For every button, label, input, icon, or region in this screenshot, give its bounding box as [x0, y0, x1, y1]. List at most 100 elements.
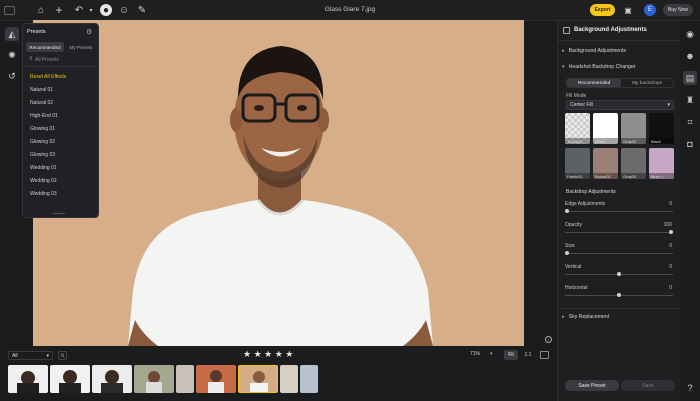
filter-dropdown[interactable]: All ▾	[8, 351, 53, 360]
chevron-right-icon: ▸	[562, 313, 565, 320]
thumbnail[interactable]	[300, 365, 318, 393]
backdrop-tile[interactable]: Brown01	[593, 148, 618, 179]
presets-title: Presets	[27, 29, 46, 35]
history-icon[interactable]: ↺	[5, 69, 19, 83]
crop-icon[interactable]: ⌗	[683, 115, 697, 129]
reset-effects-button[interactable]: Reset All Effects	[30, 74, 66, 80]
slider-knob[interactable]	[669, 230, 673, 234]
slider-value: 0	[669, 285, 672, 291]
export-button[interactable]: Export	[590, 4, 615, 16]
clothing-icon[interactable]: ♜	[683, 93, 697, 107]
backdrop-tile[interactable]: Transpa...	[565, 113, 590, 144]
rating-stars[interactable]: ★★★★★	[243, 349, 296, 360]
tab-my-presets[interactable]: My Presets	[65, 42, 97, 52]
slider-track[interactable]	[565, 272, 673, 276]
backdrop-label: Gray02	[621, 138, 646, 144]
help-icon[interactable]: ?	[683, 381, 697, 395]
backdrop-label: Black	[649, 138, 674, 144]
section-background-adjustments[interactable]: ▸ Background Adjustments	[562, 45, 677, 56]
thumbnail-selected[interactable]	[238, 365, 278, 393]
preset-item[interactable]: High-End 01	[30, 113, 58, 119]
chevron-down-icon: ▾	[667, 102, 670, 108]
slider-label: Size	[565, 243, 575, 249]
slider-track[interactable]	[565, 251, 673, 255]
chevron-right-icon: ▸	[562, 47, 565, 54]
section-label: Headshot Backdrop Changer	[568, 63, 636, 70]
background-icon	[563, 27, 570, 34]
zoom-value[interactable]: 71%	[470, 351, 480, 357]
thumbnail[interactable]	[50, 365, 90, 393]
slider-knob[interactable]	[617, 293, 621, 297]
face-icon[interactable]: ☻	[683, 49, 697, 63]
backdrop-tile[interactable]: Fabric02	[565, 148, 590, 179]
sort-icon[interactable]: ⇅	[58, 351, 67, 360]
section-sky-replacement[interactable]: ▸ Sky Replacement	[562, 311, 677, 322]
backdrop-label: Brown01	[593, 173, 618, 179]
photo-canvas[interactable]	[33, 20, 524, 346]
backdrop-tile[interactable]: White	[593, 113, 618, 144]
left-tool-rail: ◭ ✺ ↺	[0, 21, 24, 401]
background-tool-icon[interactable]: ▤	[683, 71, 697, 85]
thumbnail[interactable]	[92, 365, 132, 393]
thumbnail[interactable]	[176, 365, 194, 393]
slider-track[interactable]	[565, 209, 673, 213]
save-button[interactable]: Save	[621, 380, 675, 391]
presets-settings-icon[interactable]: ⚙	[86, 28, 92, 36]
info-icon[interactable]: i	[545, 336, 552, 343]
compare-icon[interactable]	[540, 351, 549, 359]
backdrop-tile[interactable]: More >	[649, 148, 674, 179]
panel-header: Background Adjustments	[574, 27, 647, 33]
section-label: Sky Replacement	[568, 313, 610, 320]
preset-item[interactable]: Glowing 01	[30, 126, 55, 132]
slider-track[interactable]	[565, 230, 673, 234]
fill-mode-select[interactable]: Center Fill ▾	[566, 100, 674, 110]
preset-item[interactable]: Wedding 03	[30, 191, 57, 197]
presets-panel: Presets ⚙ Recommended My Presets ⊽ All P…	[22, 23, 99, 218]
tab-my-backdrops[interactable]: My backdrops	[621, 79, 673, 87]
one-to-one-button[interactable]: 1:1	[521, 350, 535, 360]
preset-item[interactable]: Wedding 02	[30, 178, 57, 184]
slider-label: Edge Adjustments	[565, 201, 606, 207]
fit-button[interactable]: Fit	[504, 350, 518, 360]
portrait-image	[33, 20, 524, 346]
tab-recommended-backdrops[interactable]: Recommended	[567, 79, 621, 87]
backdrop-label: Fabric02	[565, 173, 590, 179]
thumbnail[interactable]	[280, 365, 298, 393]
save-preset-button[interactable]: Save Preset	[565, 380, 619, 391]
top-toolbar: ⌂ + ↶ ▾ ● ☺ ✎ Glass Glare 7.jpg Export ▣…	[0, 0, 700, 21]
adjust-icon[interactable]: ✺	[5, 48, 19, 62]
presets-filter[interactable]: All Presets	[35, 57, 59, 63]
backdrop-tile[interactable]: Gray03	[621, 148, 646, 179]
slider-knob[interactable]	[565, 209, 569, 213]
resize-handle[interactable]	[53, 213, 65, 214]
buy-now-button[interactable]: Buy Now	[663, 4, 693, 16]
slider-value: 100	[663, 222, 672, 228]
preset-item[interactable]: Glowing 02	[30, 139, 55, 145]
filter-value: All	[12, 352, 18, 359]
backdrop-tile[interactable]: Black	[649, 113, 674, 144]
right-panel: Background Adjustments ▸ Background Adju…	[557, 21, 681, 401]
eye-icon[interactable]: ◉	[683, 27, 697, 41]
zoom-dropdown-icon[interactable]: ▾	[490, 351, 493, 357]
avatar[interactable]: E	[644, 4, 656, 16]
thumbnail[interactable]	[8, 365, 48, 393]
section-headshot-backdrop-changer[interactable]: ▾ Headshot Backdrop Changer	[562, 61, 677, 72]
slider-knob[interactable]	[565, 251, 569, 255]
thumbnail[interactable]	[196, 365, 236, 393]
preset-item[interactable]: Glowing 03	[30, 152, 55, 158]
preset-item[interactable]: Wedding 01	[30, 165, 57, 171]
preset-item[interactable]: Natural 02	[30, 100, 53, 106]
camera-icon[interactable]: ◘	[683, 137, 697, 151]
preset-item[interactable]: Natural 01	[30, 87, 53, 93]
presets-icon[interactable]: ◭	[5, 27, 19, 41]
slider-knob[interactable]	[617, 272, 621, 276]
tab-recommended[interactable]: Recommended	[26, 42, 64, 52]
backdrop-tile[interactable]: Gray02	[621, 113, 646, 144]
slider-value: 0	[669, 264, 672, 270]
filter-icon: ⊽	[29, 56, 33, 62]
fill-mode-label: Fill Mode	[566, 93, 587, 99]
slider-track[interactable]	[565, 293, 673, 297]
chevron-down-icon: ▾	[562, 63, 565, 70]
thumbnail[interactable]	[134, 365, 174, 393]
gift-icon[interactable]: ▣	[622, 4, 634, 16]
